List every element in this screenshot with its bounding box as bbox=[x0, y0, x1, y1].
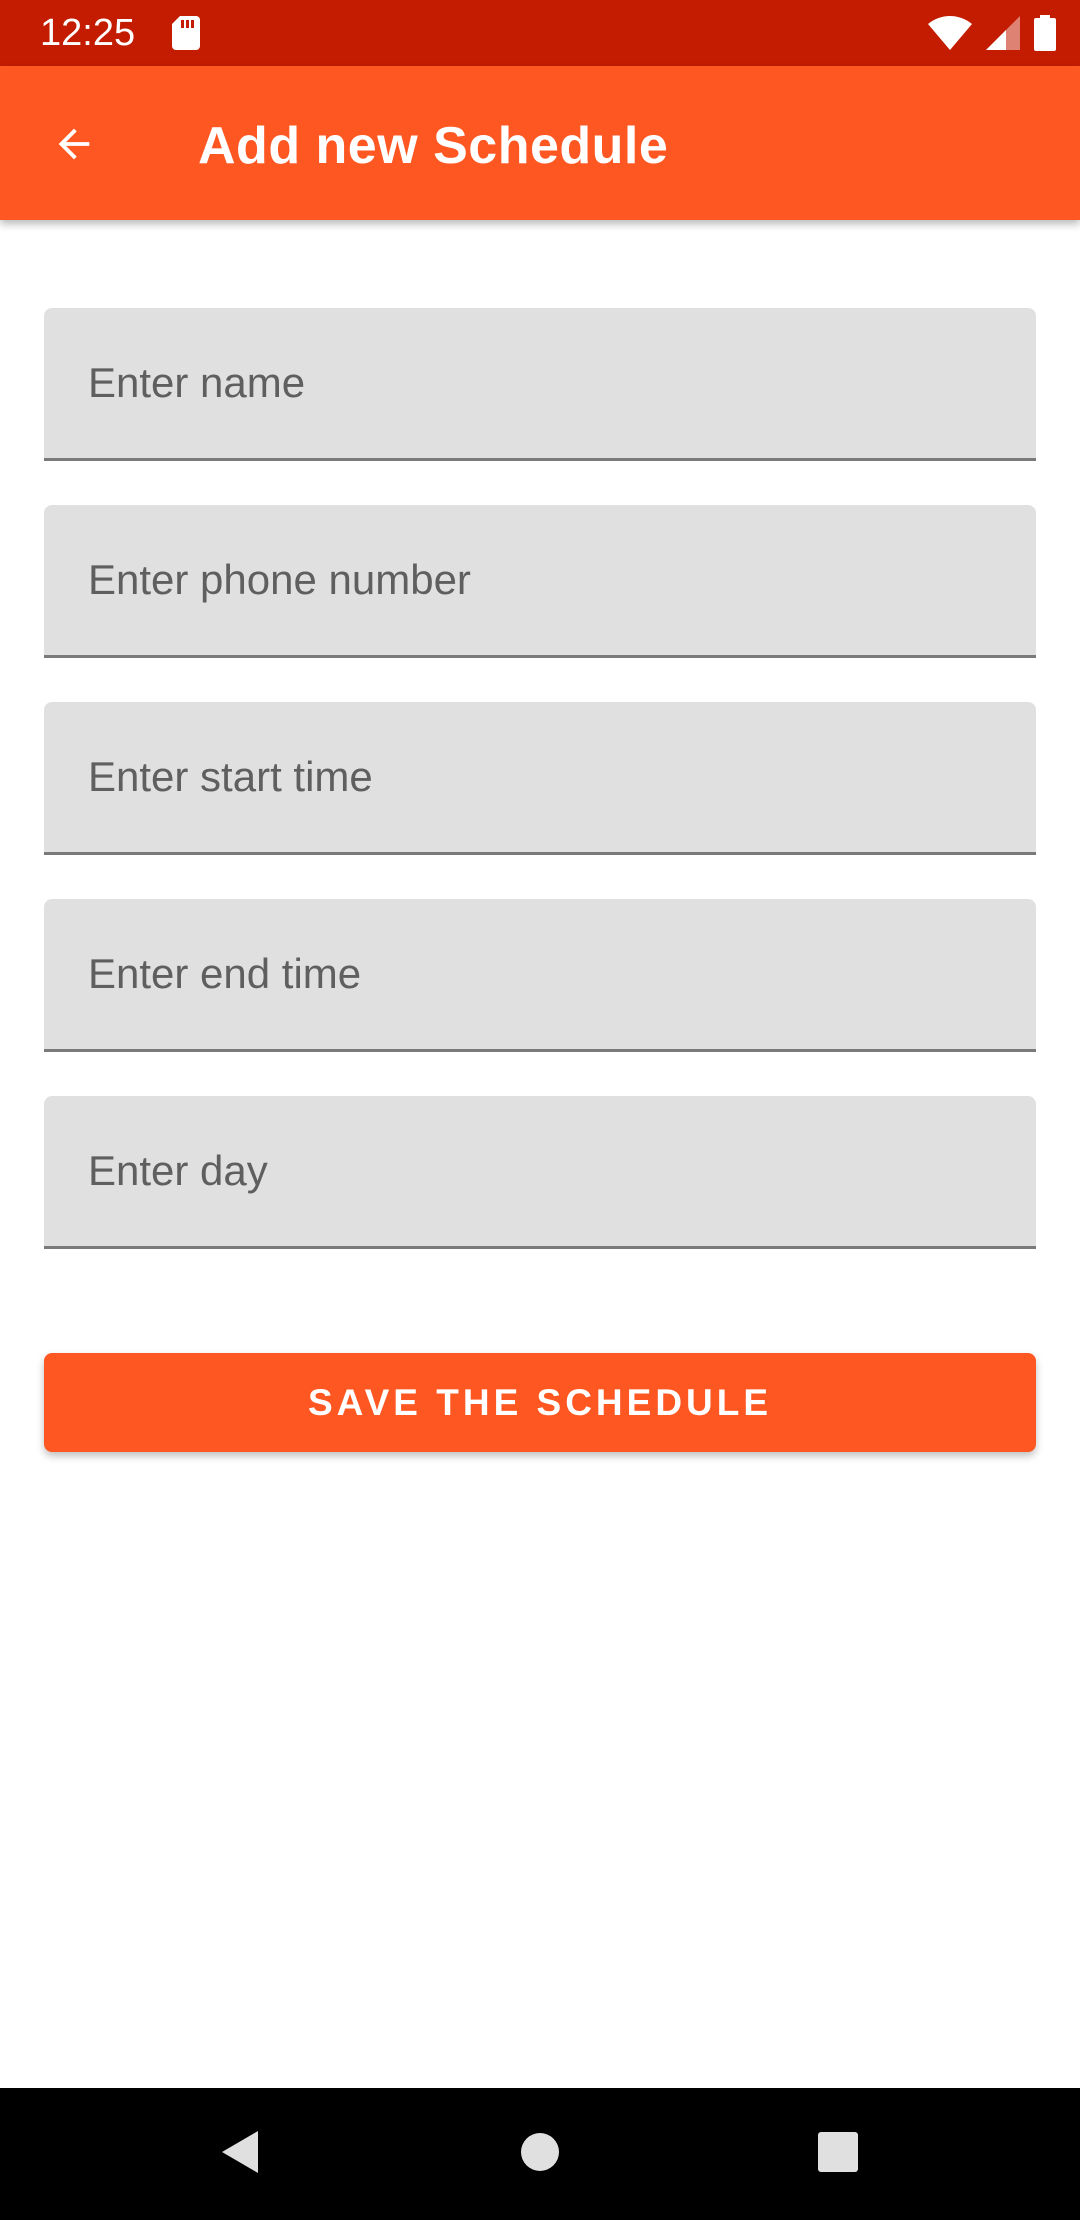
save-schedule-button[interactable]: SAVE THE SCHEDULE bbox=[44, 1353, 1036, 1452]
app-bar: Add new Schedule bbox=[0, 66, 1080, 220]
phone-input[interactable] bbox=[44, 505, 1036, 655]
start-time-field[interactable] bbox=[44, 702, 1036, 855]
start-time-input[interactable] bbox=[44, 702, 1036, 852]
navigation-bar bbox=[0, 2088, 1080, 2220]
screen: 12:25 Add new Schedule Enter name Enter … bbox=[0, 0, 1080, 2220]
end-time-field[interactable] bbox=[44, 899, 1036, 1052]
page-title: Add new Schedule bbox=[198, 117, 669, 175]
name-field[interactable] bbox=[44, 308, 1036, 461]
nav-recents-button[interactable] bbox=[802, 2118, 874, 2190]
day-field[interactable] bbox=[44, 1096, 1036, 1249]
wifi-icon bbox=[928, 16, 972, 50]
nav-home-button[interactable] bbox=[504, 2118, 576, 2190]
nav-back-button[interactable] bbox=[204, 2118, 276, 2190]
status-bar: 12:25 bbox=[0, 0, 1080, 66]
nav-recents-icon bbox=[818, 2131, 858, 2177]
status-time: 12:25 bbox=[40, 12, 136, 54]
arrow-back-icon bbox=[51, 121, 97, 172]
name-input[interactable] bbox=[44, 308, 1036, 458]
nav-home-icon bbox=[520, 2132, 560, 2177]
back-button[interactable] bbox=[34, 106, 114, 186]
end-time-input[interactable] bbox=[44, 899, 1036, 1049]
nav-back-icon bbox=[220, 2129, 260, 2180]
sd-card-icon bbox=[172, 16, 200, 50]
cell-signal-icon bbox=[986, 16, 1020, 50]
battery-icon bbox=[1034, 15, 1056, 51]
phone-field[interactable] bbox=[44, 505, 1036, 658]
status-icons bbox=[928, 14, 1056, 52]
day-input[interactable] bbox=[44, 1096, 1036, 1246]
